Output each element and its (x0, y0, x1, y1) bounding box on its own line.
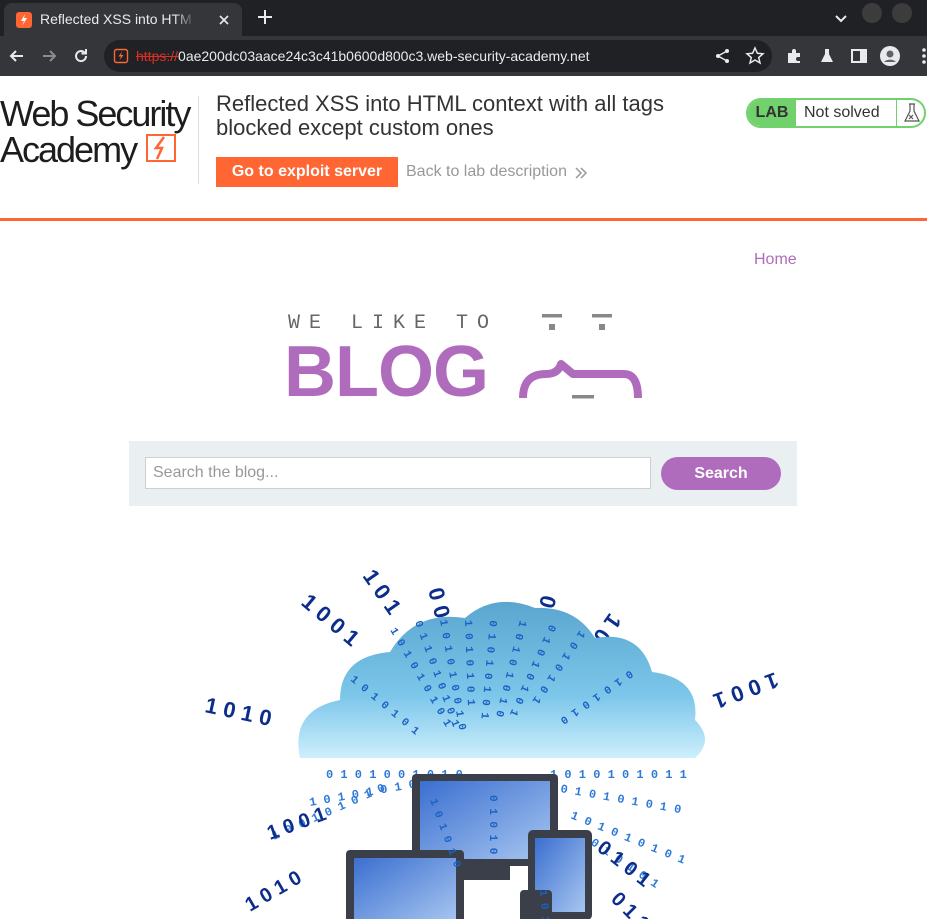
back-arrow-icon[interactable] (7, 46, 27, 66)
svg-text:1 0 0 1: 1 0 0 1 (297, 589, 365, 651)
extensions-puzzle-icon[interactable] (785, 46, 805, 66)
svg-text:1 0 1: 1 0 1 (536, 889, 551, 919)
reload-icon[interactable] (71, 46, 91, 66)
flask-icon (896, 100, 920, 126)
labs-flask-icon[interactable] (817, 46, 837, 66)
lab-status-tag: LAB (748, 100, 796, 126)
close-tab-icon[interactable] (216, 12, 232, 28)
svg-text:0 0: 0 0 (423, 585, 455, 621)
lab-header: Web Security Academy Reflected XSS into … (0, 76, 927, 221)
browser-tab-strip: Reflected XSS into HTML context with all… (0, 0, 927, 36)
side-panel-icon[interactable] (849, 46, 869, 66)
header-divider (198, 96, 199, 184)
svg-text:1 0 1: 1 0 1 (358, 565, 407, 619)
not-secure-warning-icon[interactable] (113, 48, 129, 64)
svg-text:1 0 1 0 1 0 1 0 1 1: 1 0 1 0 1 0 1 0 1 1 (550, 768, 687, 782)
double-chevron-right-icon[interactable] (574, 166, 588, 180)
forward-arrow-icon[interactable] (39, 46, 59, 66)
lab-favicon-icon (16, 12, 32, 28)
blog-post-image[interactable]: 1 0 1 0 1 0 0 1 1 0 1 0 0 0 1 1 0 0 1 0 … (190, 560, 790, 919)
nav-home-link[interactable]: Home (754, 251, 797, 269)
new-tab-icon[interactable] (256, 8, 274, 26)
profile-avatar-icon[interactable] (880, 46, 900, 66)
svg-text:1 0 0 1: 1 0 0 1 (264, 803, 329, 845)
blog-search-input[interactable] (145, 457, 651, 489)
lab-status-widget: LAB Not solved (746, 98, 926, 128)
share-icon[interactable] (713, 46, 733, 66)
address-bar[interactable]: https://0ae200dc03aace24c3c41b0600d800c3… (104, 40, 772, 72)
url-host: 0ae200dc03aace24c3c41b0600d800c3.web-sec… (178, 48, 590, 64)
url-text: https://0ae200dc03aace24c3c41b0600d800c3… (136, 48, 590, 64)
lab-title: Reflected XSS into HTML context with all… (216, 91, 664, 140)
back-to-lab-description-link[interactable]: Back to lab description (406, 163, 567, 181)
browser-toolbar: https://0ae200dc03aace24c3c41b0600d800c3… (0, 36, 927, 76)
tab-search-chevron-icon[interactable] (832, 9, 850, 27)
svg-text:0 1 1: 0 1 1 (606, 888, 653, 919)
curly-brace-face-icon (519, 314, 642, 399)
bookmark-star-icon[interactable] (745, 46, 765, 66)
exploit-server-button[interactable]: Go to exploit server (216, 157, 398, 187)
svg-text:1 0 1 0: 1 0 1 0 (203, 692, 274, 730)
menu-kebab-icon[interactable] (914, 46, 927, 66)
browser-tab-active[interactable]: Reflected XSS into HTML context with all… (4, 3, 242, 36)
lab-status-text: Not solved (804, 104, 880, 121)
tab-title: Reflected XSS into HTML context with all… (40, 11, 192, 27)
logo-line-1: Web Security (0, 93, 191, 134)
minimize-window-button[interactable] (862, 3, 882, 23)
search-button[interactable]: Search (661, 457, 781, 490)
svg-text:1 0 1 0: 1 0 1 0 (242, 867, 306, 917)
logo-line-2: Academy (0, 129, 138, 170)
blog-search-panel: Search (129, 441, 797, 506)
url-scheme: https:// (136, 48, 179, 64)
logo-bolt-icon (146, 134, 176, 162)
svg-text:0 1 0 1 0: 0 1 0 1 0 (486, 795, 498, 854)
banner-blog-word: BLOG (284, 332, 489, 412)
maximize-window-button[interactable] (892, 3, 912, 23)
blog-banner: WE LIKE TO BLOG (284, 308, 644, 408)
svg-text:1 0 0 1: 1 0 0 1 (710, 667, 782, 714)
